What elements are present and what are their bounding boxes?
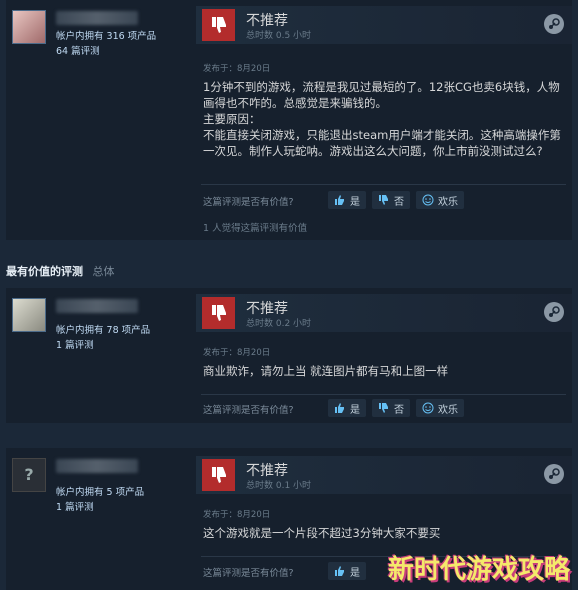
review-text: 商业欺诈，请勿上当 就连图片都有马和上图一样	[203, 363, 568, 379]
thumbs-up-icon	[335, 403, 344, 413]
thumbs-down-icon	[379, 403, 388, 413]
posted-date: 发布于：8月20日	[203, 510, 271, 520]
vote-funny-label: 欢乐	[438, 196, 458, 208]
divider	[201, 394, 566, 395]
helpful-question: 这篇评测是否有价值?	[203, 568, 294, 579]
steam-icon[interactable]	[544, 464, 564, 484]
vote-yes-button[interactable]: 是	[328, 399, 366, 417]
smiley-icon	[422, 402, 434, 414]
avatar[interactable]: ?	[12, 458, 46, 492]
vote-yes-button[interactable]: 是	[328, 562, 366, 580]
author-products: 帐户内拥有 78 项产品	[56, 325, 151, 336]
verdict-label: 不推荐	[246, 13, 288, 29]
thumbs-up-icon	[335, 195, 344, 205]
hours-played: 总时数 0.2 小时	[246, 319, 312, 329]
hours-played: 总时数 0.1 小时	[246, 481, 312, 491]
posted-date: 发布于：8月20日	[203, 348, 271, 358]
section-subtitle: 总体	[92, 265, 115, 278]
vote-yes-label: 是	[350, 404, 360, 416]
vote-no-label: 否	[394, 404, 404, 416]
thumbs-down-icon	[202, 459, 235, 491]
verdict-label: 不推荐	[246, 463, 288, 479]
vote-no-label: 否	[394, 196, 404, 208]
divider	[201, 184, 566, 185]
verdict-header: 不推荐 总时数 0.2 小时	[196, 294, 572, 332]
author-name-blurred[interactable]	[56, 299, 138, 313]
avatar[interactable]	[12, 10, 46, 44]
section-title: 最有价值的评测	[6, 265, 83, 278]
vote-yes-button[interactable]: 是	[328, 191, 366, 209]
verdict-header: 不推荐 总时数 0.5 小时	[196, 6, 572, 44]
author-review-count[interactable]: 64 篇评测	[56, 43, 100, 57]
watermark-text: 新时代游戏攻略	[387, 555, 570, 585]
avatar[interactable]	[12, 298, 46, 332]
vote-yes-label: 是	[350, 196, 360, 208]
thumbs-down-icon	[202, 9, 235, 41]
posted-date: 发布于：8月20日	[203, 64, 271, 74]
helpful-count: 1 人觉得这篇评测有价值	[203, 223, 308, 234]
author-products: 帐户内拥有 316 项产品	[56, 31, 157, 42]
thumbs-down-icon	[202, 297, 235, 329]
vote-no-button[interactable]: 否	[372, 191, 410, 209]
author-review-count[interactable]: 1 篇评测	[56, 499, 94, 513]
vote-no-button[interactable]: 否	[372, 399, 410, 417]
vote-funny-button[interactable]: 欢乐	[416, 191, 464, 209]
steam-icon[interactable]	[544, 14, 564, 34]
helpful-question: 这篇评测是否有价值?	[203, 405, 294, 416]
vote-funny-label: 欢乐	[438, 404, 458, 416]
vote-funny-button[interactable]: 欢乐	[416, 399, 464, 417]
author-name-blurred[interactable]	[56, 11, 138, 25]
thumbs-up-icon	[335, 566, 344, 576]
review-paragraph: 主要原因：	[203, 112, 261, 126]
verdict-header: 不推荐 总时数 0.1 小时	[196, 456, 572, 494]
review-text: 1分钟不到的游戏，流程是我见过最短的了。12张CG也卖6块钱，人物画得也不咋的。…	[203, 79, 568, 159]
author-products: 帐户内拥有 5 项产品	[56, 487, 145, 498]
review-card: 帐户内拥有 78 项产品 1 篇评测 不推荐 总时数 0.2 小时 发布于：8月…	[6, 288, 572, 423]
review-paragraph: 商业欺诈，请勿上当 就连图片都有马和上图一样	[203, 364, 449, 378]
vote-yes-label: 是	[350, 567, 360, 579]
review-paragraph: 不能直接关闭游戏，只能退出steam用户端才能关闭。这种高端操作第一次见。制作人…	[203, 128, 561, 158]
helpful-question: 这篇评测是否有价值?	[203, 197, 294, 208]
thumbs-down-icon	[379, 195, 388, 205]
verdict-label: 不推荐	[246, 301, 288, 317]
review-paragraph: 这个游戏就是一个片段不超过3分钟大家不要买	[203, 526, 441, 540]
author-review-count[interactable]: 1 篇评测	[56, 337, 94, 351]
review-paragraph: 1分钟不到的游戏，流程是我见过最短的了。12张CG也卖6块钱，人物画得也不咋的。…	[203, 80, 560, 110]
smiley-icon	[422, 194, 434, 206]
hours-played: 总时数 0.5 小时	[246, 31, 312, 41]
section-header: 最有价值的评测 总体	[6, 263, 115, 279]
author-name-blurred[interactable]	[56, 459, 138, 473]
review-text: 这个游戏就是一个片段不超过3分钟大家不要买	[203, 525, 568, 541]
steam-icon[interactable]	[544, 302, 564, 322]
review-card: 帐户内拥有 316 项产品 64 篇评测 不推荐 总时数 0.5 小时 发布于：…	[6, 0, 572, 240]
